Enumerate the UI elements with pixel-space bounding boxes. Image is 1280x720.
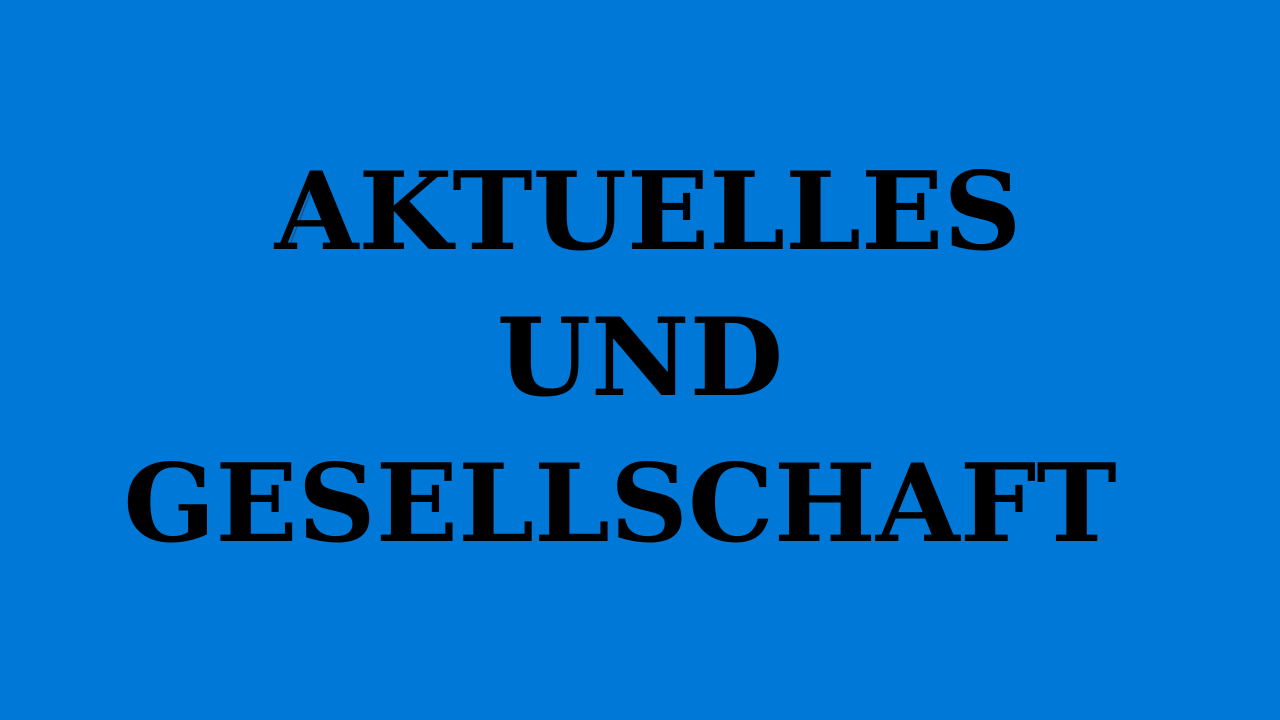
headline-line-1: AKTUELLES	[274, 149, 1022, 275]
headline-line-3: GESELLSCHAFT	[123, 441, 1117, 567]
headline-line-2: UND	[496, 295, 784, 421]
